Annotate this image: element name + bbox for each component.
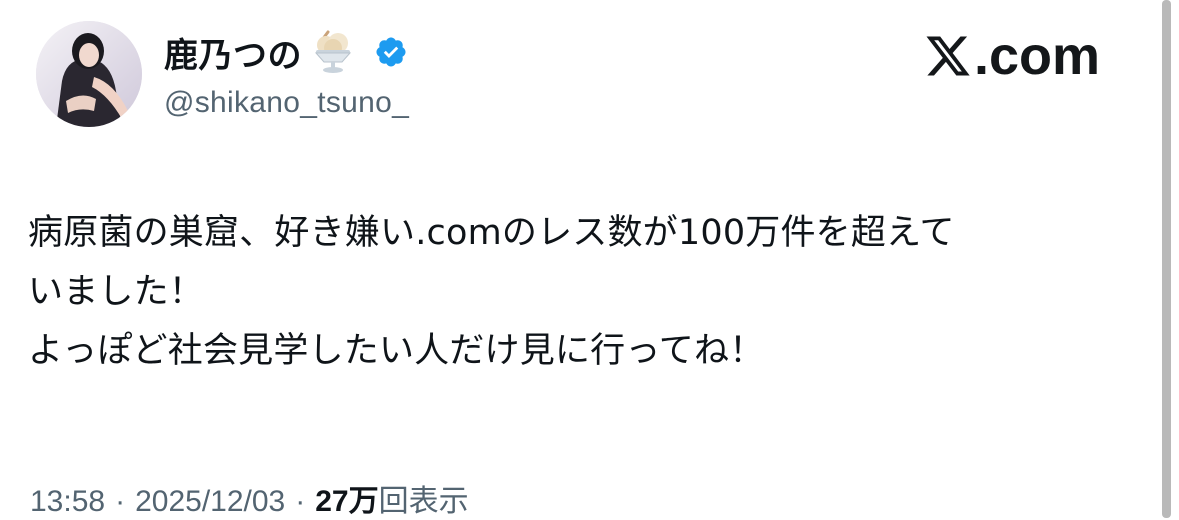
tweet-card: 鹿乃つの @shikano_tsuno_ .com 病原菌の巣窟、好き嫌い.co… (0, 0, 1160, 520)
meta-separator: · (115, 485, 126, 518)
views-label: 回表示 (378, 484, 469, 519)
x-logo-icon (924, 32, 972, 80)
tweet-text-line: 病原菌の巣窟、好き嫌い.comのレス数が100万件を超えて (28, 213, 955, 253)
logo-domain-text: .com (974, 26, 1101, 86)
author-handle[interactable]: @shikano_tsuno_ (164, 86, 409, 120)
avatar-image (36, 21, 142, 127)
author-name-row: 鹿乃つの (164, 28, 408, 76)
tweet-meta: 13:58 · 2025/12/03 · 27万 回表示 (30, 476, 469, 520)
tweet-time[interactable]: 13:58 (30, 485, 105, 519)
avatar[interactable] (36, 21, 142, 127)
tweet-date[interactable]: 2025/12/03 (135, 485, 285, 519)
ice-cream-sundae-icon (308, 28, 358, 76)
meta-separator: · (295, 485, 306, 518)
tweet-text-line: いました！ (28, 272, 205, 312)
scrollbar[interactable] (1162, 0, 1171, 518)
views-count[interactable]: 27万 (315, 476, 378, 520)
display-name[interactable]: 鹿乃つの (164, 28, 302, 77)
tweet-text-line: よっぽど社会見学したい人だけ見に行ってね！ (28, 331, 765, 371)
tweet-body: 病原菌の巣窟、好き嫌い.comのレス数が100万件を超えて いました！ よっぽど… (28, 204, 1138, 381)
verified-badge-icon[interactable] (374, 35, 408, 69)
x-com-logo: .com (924, 26, 1100, 86)
